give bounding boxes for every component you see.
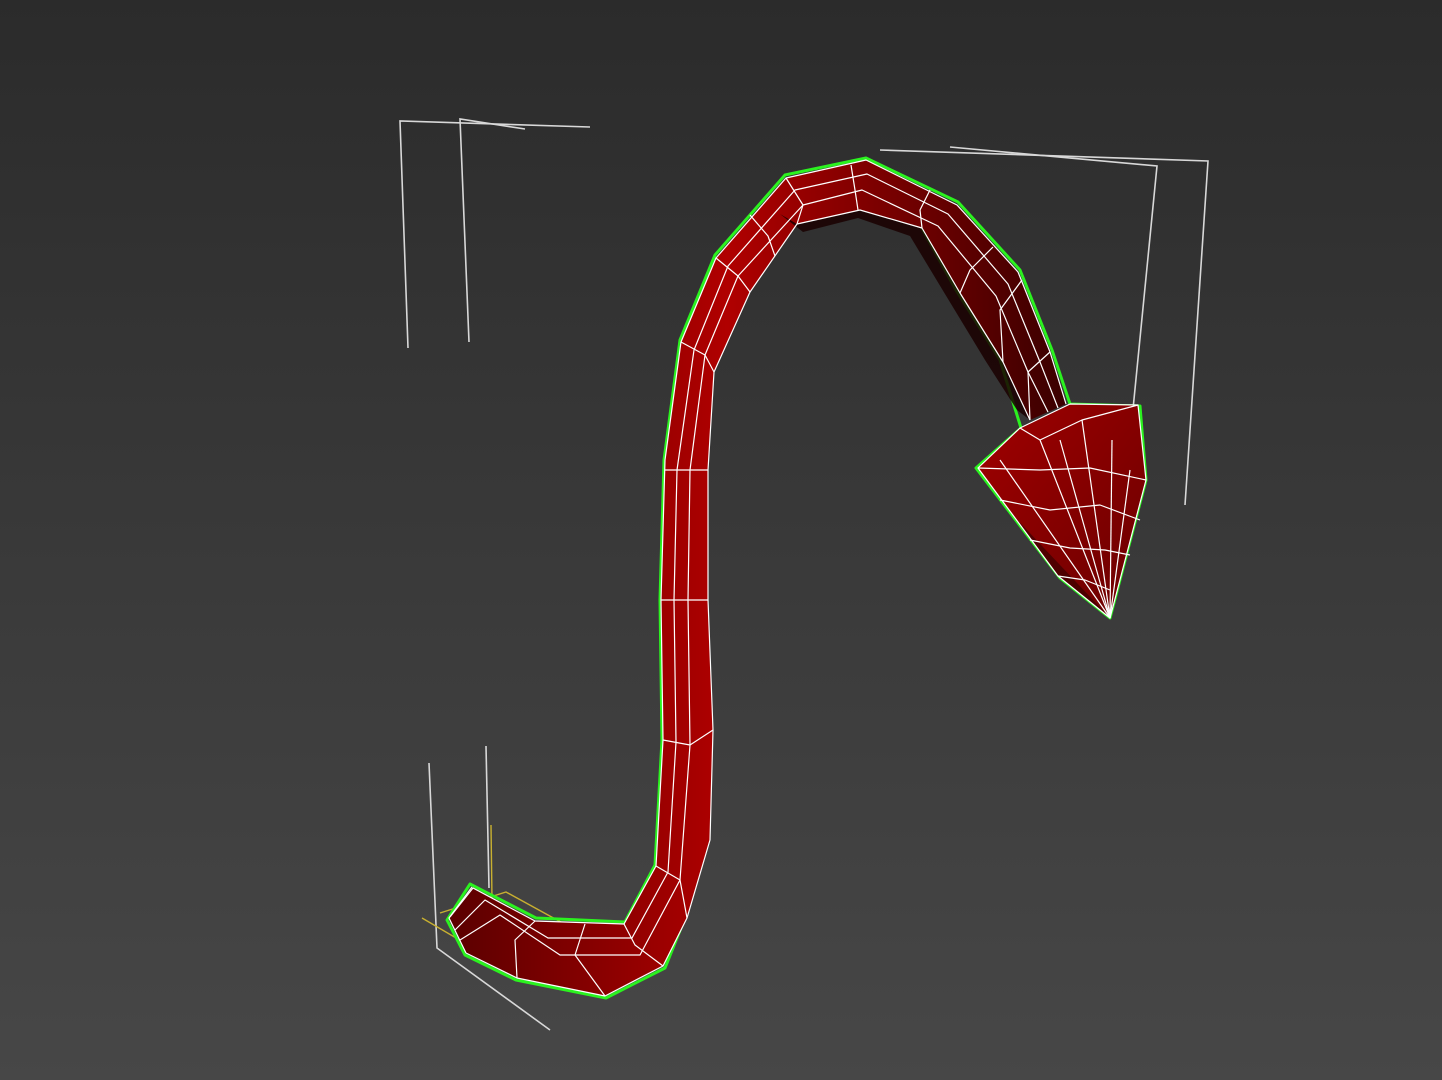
perspective-viewport[interactable] <box>0 0 1442 1080</box>
tail-wireframe <box>448 159 1147 997</box>
selection-outline <box>445 156 1148 1000</box>
devil-tail-mesh[interactable] <box>445 156 1148 1000</box>
tail-tip <box>978 404 1146 618</box>
tail-tube <box>449 160 1066 996</box>
scene-canvas[interactable] <box>0 0 1442 1080</box>
